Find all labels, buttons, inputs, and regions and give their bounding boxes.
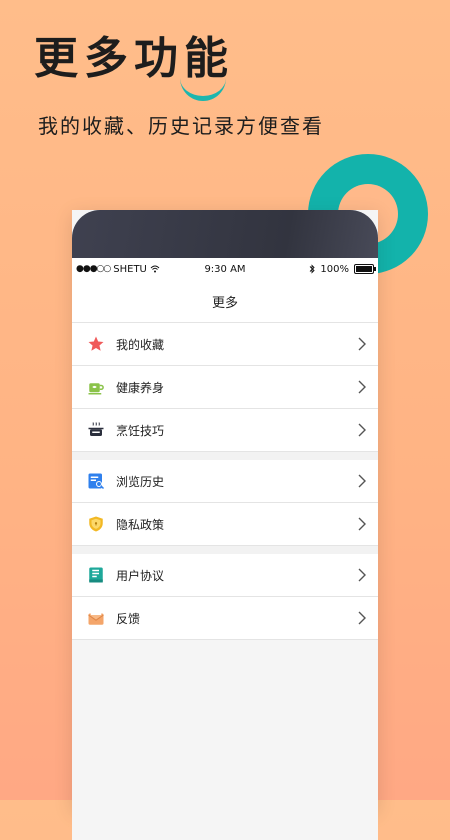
chevron-right-icon	[358, 568, 366, 582]
empty-area	[72, 640, 378, 840]
battery-icon	[354, 264, 376, 274]
document-icon	[86, 565, 106, 585]
chevron-right-icon	[358, 423, 366, 437]
menu-item-privacy[interactable]: 隐私政策	[72, 503, 378, 546]
menu-item-label: 反馈	[116, 611, 141, 626]
mail-icon	[86, 608, 106, 628]
menu-group-2: 浏览历史 隐私政策	[72, 460, 378, 546]
tea-cup-icon	[86, 377, 106, 397]
phone-mockup: ●●●○○ SHETU 9:30 AM 100% 更多 我的收藏 健康养身 烹饪…	[72, 210, 378, 840]
menu-group-1: 我的收藏 健康养身 烹饪技巧	[72, 323, 378, 452]
chevron-right-icon	[358, 380, 366, 394]
history-search-icon	[86, 471, 106, 491]
menu-item-label: 用户协议	[116, 568, 165, 583]
menu-group-3: 用户协议 反馈	[72, 554, 378, 640]
status-bar: ●●●○○ SHETU 9:30 AM 100%	[72, 258, 378, 280]
chevron-right-icon	[358, 474, 366, 488]
menu-item-label: 浏览历史	[116, 474, 165, 489]
chevron-right-icon	[358, 517, 366, 531]
hero-subtitle: 我的收藏、历史记录方便查看	[38, 114, 324, 138]
group-divider	[72, 546, 378, 554]
page-title: 更多	[211, 295, 238, 311]
status-time: 9:30 AM	[204, 263, 246, 275]
shield-icon	[86, 514, 106, 534]
menu-item-user-agreement[interactable]: 用户协议	[72, 554, 378, 597]
menu-item-label: 我的收藏	[116, 337, 165, 352]
chevron-right-icon	[358, 611, 366, 625]
cooking-pot-icon	[86, 420, 106, 440]
menu-item-history[interactable]: 浏览历史	[72, 460, 378, 503]
nav-bar: 更多	[72, 280, 378, 323]
menu-item-label: 烹饪技巧	[116, 423, 165, 438]
menu-item-favorites[interactable]: 我的收藏	[72, 323, 378, 366]
menu-item-label: 健康养身	[116, 380, 165, 395]
smile-decoration	[180, 74, 226, 101]
chevron-right-icon	[358, 337, 366, 351]
menu-item-feedback[interactable]: 反馈	[72, 597, 378, 640]
menu-item-health[interactable]: 健康养身	[72, 366, 378, 409]
menu-item-label: 隐私政策	[116, 517, 165, 532]
phone-bezel	[72, 210, 378, 258]
group-divider	[72, 452, 378, 460]
star-icon	[86, 334, 106, 354]
menu-item-cooking[interactable]: 烹饪技巧	[72, 409, 378, 452]
